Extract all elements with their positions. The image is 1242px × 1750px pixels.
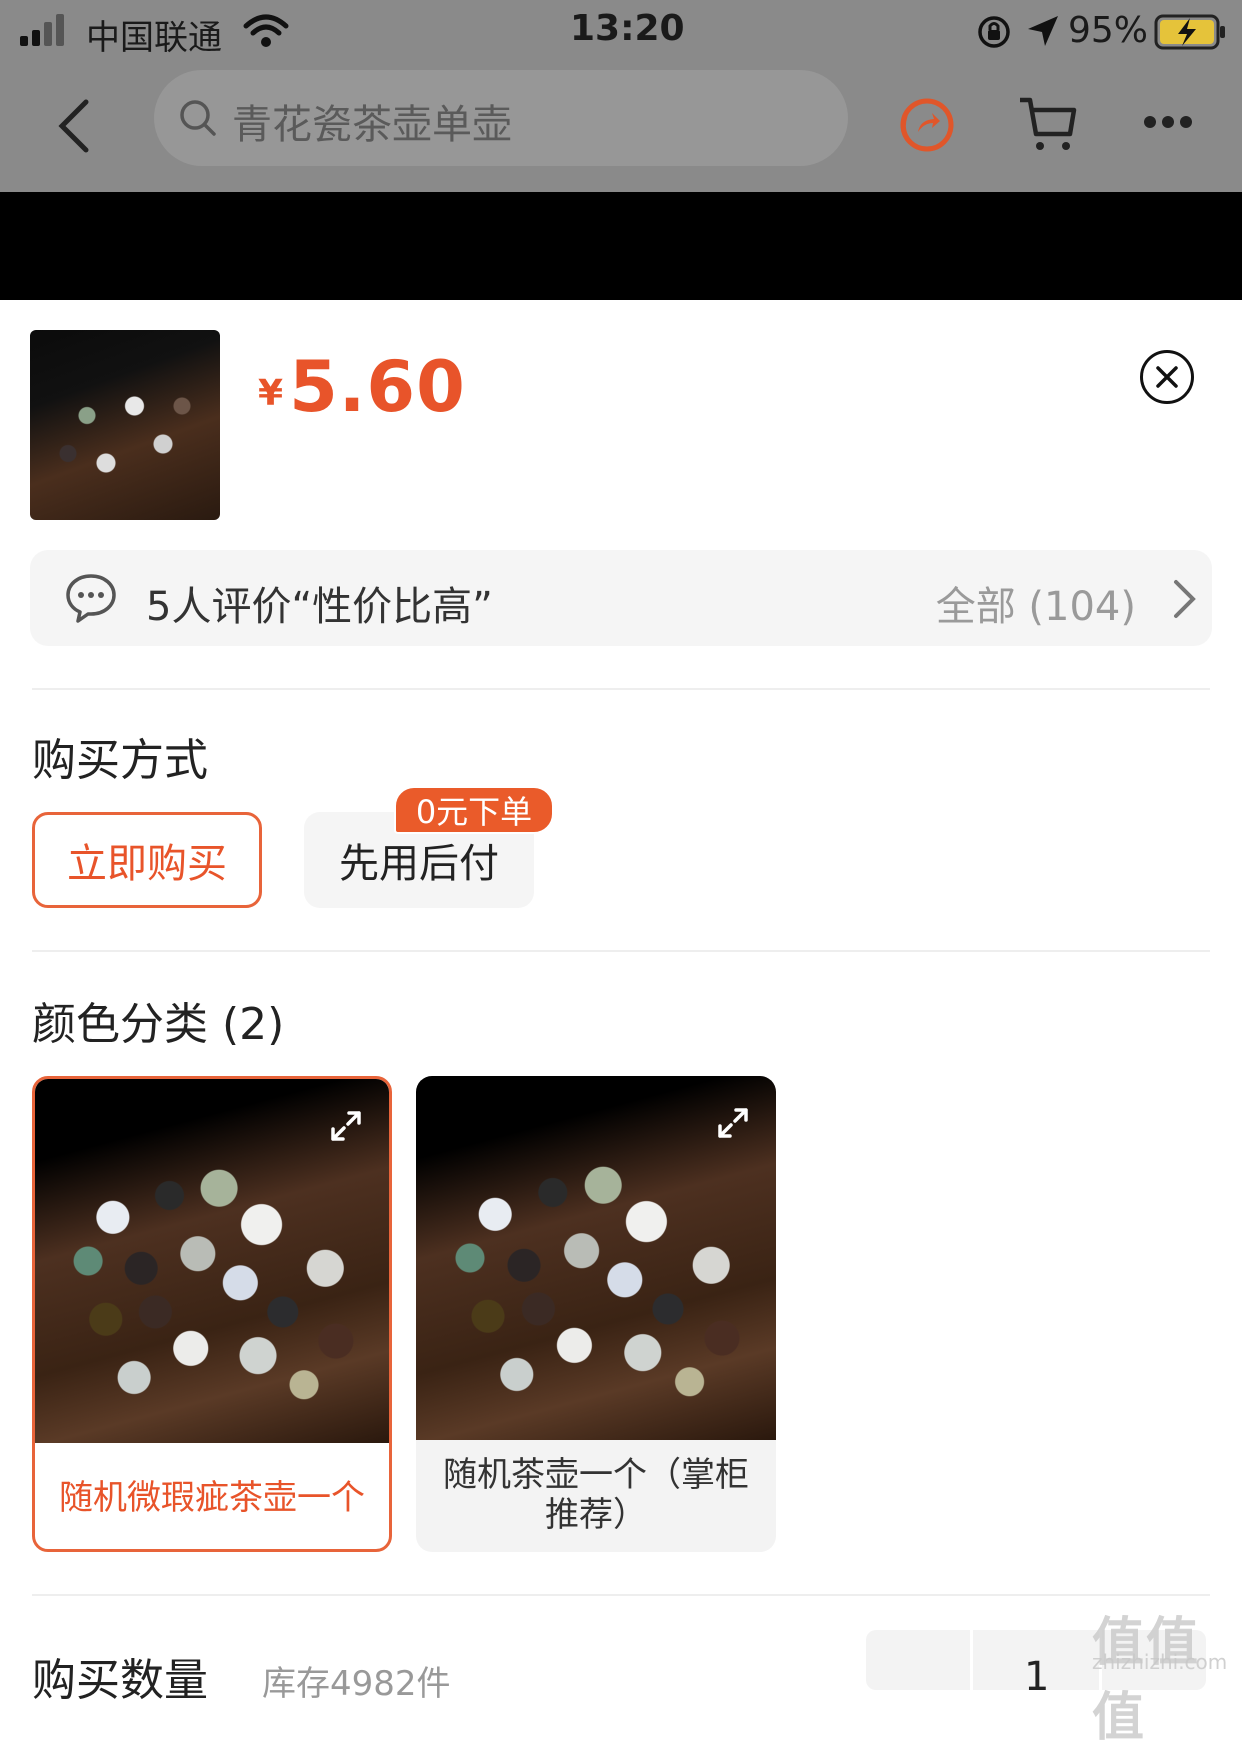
decrement-button[interactable] <box>866 1630 973 1690</box>
rotation-lock-icon <box>978 16 1010 48</box>
location-icon <box>1028 16 1058 46</box>
status-bar: 中国联通 13:20 95% <box>0 0 1242 64</box>
pay-later-badge: 0元下单 <box>394 786 554 834</box>
variant-label: 随机茶壶一个（掌柜推荐） <box>443 1455 749 1535</box>
watermark-url: zhizhizhi.com <box>1092 1650 1228 1674</box>
price: ¥5.60 <box>258 346 466 428</box>
currency-symbol: ¥ <box>258 373 284 414</box>
nav-bar: 青花瓷茶壶单壶 <box>0 64 1242 192</box>
chat-bubble-icon <box>66 574 116 623</box>
quantity-value[interactable]: 1 <box>1024 1654 1049 1700</box>
divider <box>32 1594 1210 1596</box>
clock: 13:20 <box>570 8 685 49</box>
price-value: 5.60 <box>289 346 466 428</box>
chevron-right-icon <box>1174 580 1196 618</box>
review-summary-bar[interactable]: 5人评价“性价比高” 全部 (104) <box>30 550 1212 646</box>
stock-count: 库存4982件 <box>262 1664 451 1704</box>
carrier-label: 中国联通 <box>86 18 222 58</box>
watermark: 值值值 <box>1092 1613 1201 1748</box>
divider <box>32 950 1210 952</box>
backdrop-strip <box>0 192 1242 300</box>
wifi-icon <box>243 14 289 47</box>
review-summary-text: 5人评价“性价比高” <box>146 584 493 630</box>
product-thumbnail[interactable] <box>30 330 220 520</box>
share-icon[interactable] <box>896 92 958 154</box>
battery-charging-icon <box>1154 14 1225 50</box>
variant-option-1[interactable]: 随机茶壶一个（掌柜推荐） <box>416 1076 776 1552</box>
more-icon[interactable] <box>1142 114 1194 130</box>
review-all-link[interactable]: 全部 (104) <box>936 574 1136 632</box>
quantity-title: 购买数量 <box>32 1655 208 1706</box>
cart-icon[interactable] <box>1018 94 1078 154</box>
expand-icon[interactable] <box>716 1106 750 1140</box>
back-arrow-icon[interactable] <box>54 98 94 154</box>
search-bar[interactable]: 青花瓷茶壶单壶 <box>154 70 848 166</box>
battery-percent: 95% <box>1068 10 1149 51</box>
color-category-title: 颜色分类 (2) <box>32 999 285 1050</box>
close-icon <box>1156 366 1178 388</box>
purchase-method-title: 购买方式 <box>32 735 208 786</box>
expand-icon[interactable] <box>329 1109 363 1143</box>
buy-now-option[interactable]: 立即购买 <box>32 812 262 908</box>
search-icon <box>180 100 216 136</box>
divider <box>32 688 1210 690</box>
signal-icon <box>20 14 64 46</box>
close-button[interactable] <box>1140 350 1194 404</box>
search-placeholder: 青花瓷茶壶单壶 <box>232 102 512 148</box>
variant-option-0[interactable]: 随机微瑕疵茶壶一个 <box>32 1076 392 1552</box>
variant-label: 随机微瑕疵茶壶一个 <box>59 1478 365 1518</box>
